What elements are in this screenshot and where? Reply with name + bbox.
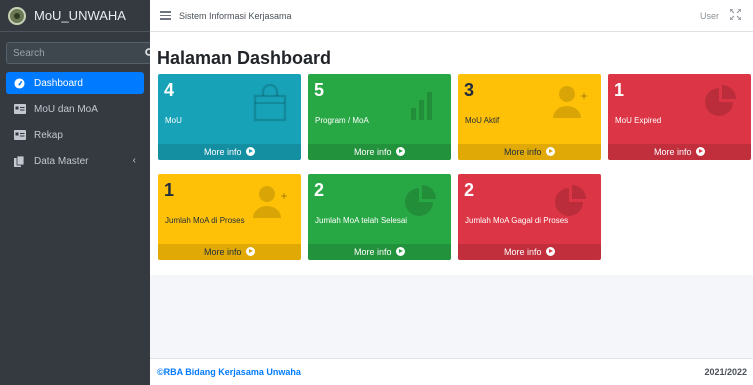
box-count: 1 (614, 80, 625, 100)
app-title: Sistem Informasi Kerjasama (179, 10, 292, 21)
sidebar-item-label: Data Master (34, 155, 89, 167)
bar-chart-icon (411, 92, 432, 120)
tachometer-icon (14, 77, 28, 89)
arrow-circle-right-icon (696, 147, 706, 156)
arrow-circle-right-icon (546, 147, 556, 156)
more-info-link[interactable]: More info (308, 244, 451, 260)
sidebar-item-label: MoU dan MoA (34, 103, 98, 115)
arrow-circle-right-icon (246, 147, 256, 156)
box-label: Jumlah MoA di Proses (165, 216, 245, 225)
more-info-label: More info (503, 147, 542, 157)
brand-logo (8, 6, 26, 25)
box-count: 2 (314, 180, 325, 200)
sidebar-item-data-master[interactable]: Data Master ‹ (6, 150, 144, 172)
pie-chart-icon (705, 85, 736, 116)
more-info-link[interactable]: More info (458, 144, 601, 160)
box-label: MoU (165, 116, 182, 125)
sidebar-item-label: Rekap (34, 129, 63, 141)
box-label: MoU Aktif (465, 116, 500, 125)
more-info-link[interactable]: More info (458, 244, 601, 260)
top-navbar: Sistem Informasi Kerjasama User (150, 0, 753, 32)
box-count: 3 (464, 80, 475, 100)
box-label: Jumlah MoA telah Selesai (315, 216, 408, 225)
copyright-link[interactable]: ©RBA Bidang Kerjasama Unwaha (157, 367, 301, 377)
arrow-circle-right-icon (246, 247, 256, 256)
menu-toggle-icon[interactable] (160, 11, 171, 20)
search-input[interactable] (6, 42, 145, 64)
main-content: Halaman Dashboard 4 MoU More info 5 Prog… (150, 32, 753, 275)
pie-chart-icon (555, 185, 586, 216)
small-box-moa-proses: 1 Jumlah MoA di Proses More info (158, 174, 301, 260)
shopping-bag-icon (253, 84, 287, 122)
sidebar-item-label: Dashboard (34, 77, 83, 89)
more-info-label: More info (203, 147, 242, 157)
sidebar-item-mou-moa[interactable]: MoU dan MoA (6, 98, 144, 120)
fullscreen-icon[interactable] (730, 9, 741, 20)
more-info-link[interactable]: More info (158, 144, 301, 160)
arrow-circle-right-icon (396, 247, 406, 256)
more-info-label: More info (203, 247, 242, 257)
small-box-program-moa: 5 Program / MoA More info (308, 74, 451, 160)
more-info-link[interactable]: More info (608, 144, 751, 160)
arrow-circle-right-icon (396, 147, 406, 156)
sidebar: MoU_UNWAHA Dashboard MoU dan MoA Rekap (0, 0, 156, 385)
more-info-link[interactable]: More info (308, 144, 451, 160)
arrow-circle-right-icon (546, 247, 556, 256)
sidebar-item-rekap[interactable]: Rekap (6, 124, 144, 146)
more-info-label: More info (653, 147, 692, 157)
box-label: Program / MoA (315, 116, 369, 125)
more-info-label: More info (353, 247, 392, 257)
user-plus-icon (253, 186, 287, 218)
pie-chart-icon (405, 185, 436, 216)
chevron-left-icon: ‹ (132, 155, 136, 166)
copy-icon (14, 155, 28, 167)
small-box-mou-aktif: 3 MoU Aktif More info (458, 74, 601, 160)
box-count: 2 (464, 180, 475, 200)
box-count: 4 (164, 80, 175, 100)
more-info-label: More info (353, 147, 392, 157)
small-box-moa-selesai: 2 Jumlah MoA telah Selesai More info (308, 174, 451, 260)
user-plus-icon (553, 86, 587, 118)
small-box-mou: 4 MoU More info (158, 74, 301, 160)
more-info-link[interactable]: More info (158, 244, 301, 260)
brand-link[interactable]: MoU_UNWAHA (0, 0, 150, 32)
sidebar-search (6, 42, 156, 64)
box-label: MoU Expired (615, 116, 662, 125)
sidebar-item-dashboard[interactable]: Dashboard (6, 72, 144, 94)
box-count: 1 (164, 180, 175, 200)
id-card-icon (14, 104, 28, 114)
user-menu[interactable]: User (700, 11, 719, 21)
box-count: 5 (314, 80, 325, 100)
brand-name: MoU_UNWAHA (34, 8, 126, 23)
footer-year: 2021/2022 (704, 367, 747, 377)
page-title: Halaman Dashboard (157, 48, 332, 68)
id-card-icon (14, 130, 28, 140)
more-info-label: More info (503, 247, 542, 257)
small-box-mou-expired: 1 MoU Expired More info (608, 74, 751, 160)
small-box-moa-gagal: 2 Jumlah MoA Gagal di Proses More info (458, 174, 601, 260)
page-footer: ©RBA Bidang Kerjasama Unwaha 2021/2022 (150, 358, 753, 385)
